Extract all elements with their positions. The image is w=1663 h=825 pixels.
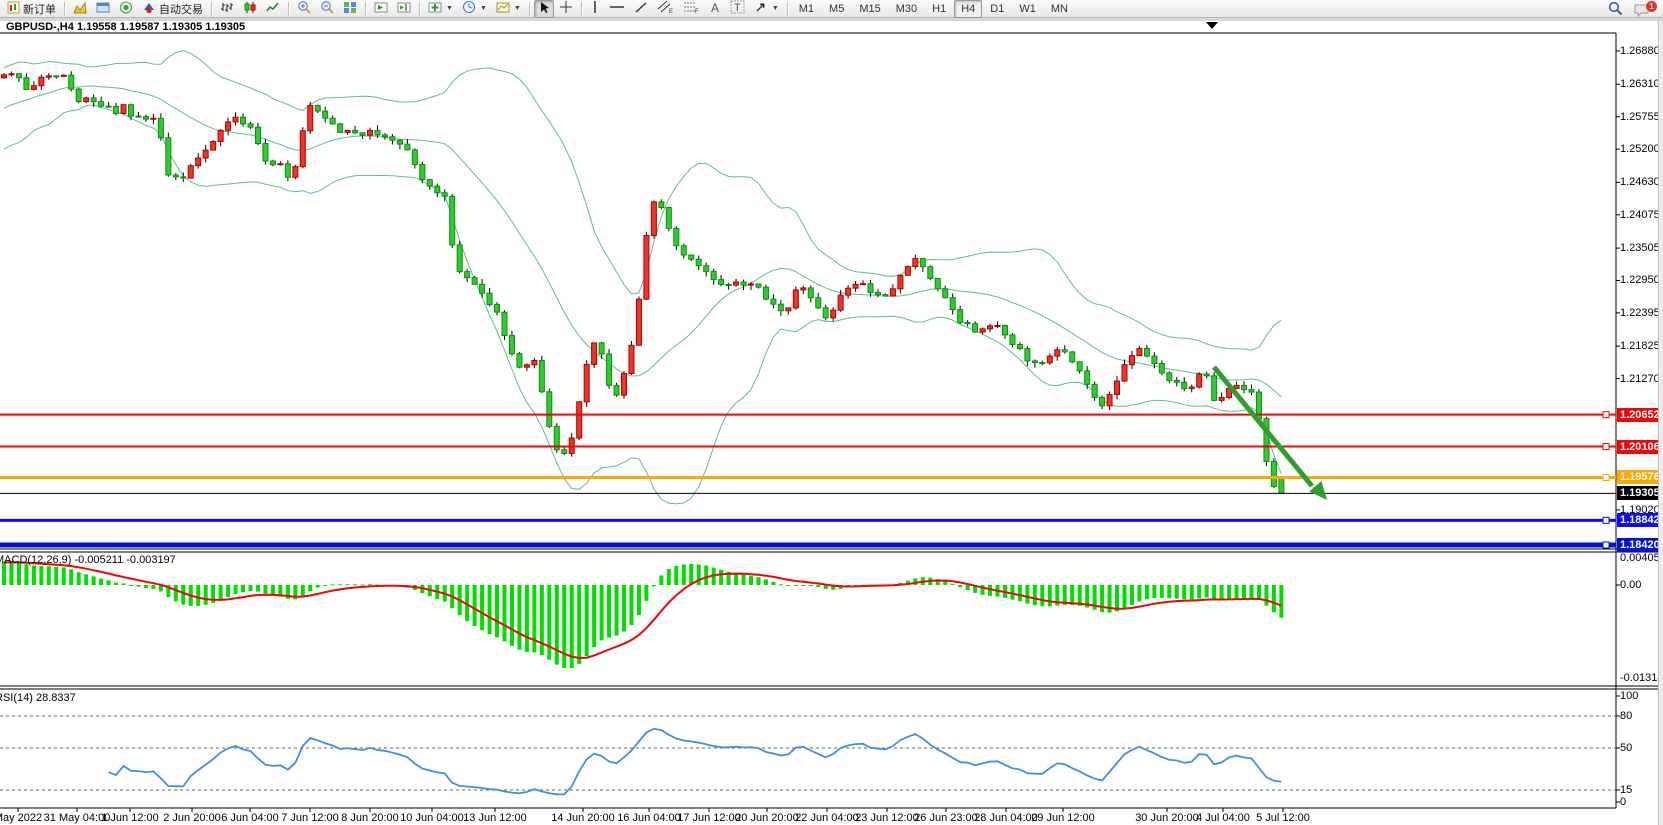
tile-windows-button[interactable]	[339, 0, 361, 18]
trendline-icon	[634, 1, 648, 17]
market-watch-icon	[73, 1, 87, 17]
market-watch-button[interactable]	[69, 0, 91, 18]
fibonacci-icon: F	[683, 0, 700, 17]
rsi-indicator-label: RSI(14) 28.8337	[0, 692, 76, 704]
timeframe-button-D1[interactable]: D1	[983, 0, 1011, 18]
navigator-button[interactable]	[115, 0, 137, 18]
periods-icon	[462, 0, 476, 17]
data-window-button[interactable]	[92, 0, 114, 18]
data-window-icon	[96, 1, 110, 17]
macd-indicator-label: MACD(12,26,9) -0.005211 -0.003197	[0, 554, 176, 566]
chart-shift-marker-icon[interactable]	[1206, 22, 1218, 29]
indicators-icon	[428, 1, 442, 17]
toolbar-separator	[288, 2, 289, 16]
chart-shift-button[interactable]	[393, 0, 415, 18]
chart-title: GBPUSD-,H4 1.19558 1.19587 1.19305 1.193…	[6, 21, 245, 33]
new-order-label: 新订单	[23, 1, 56, 17]
timeframe-button-H4[interactable]: H4	[954, 0, 982, 18]
zoom-in-icon	[297, 0, 311, 17]
fibonacci-tool-button[interactable]: F	[679, 0, 704, 18]
timeframe-button-H1[interactable]: H1	[925, 0, 953, 18]
search-icon[interactable]	[1608, 1, 1623, 21]
trendline-tool-button[interactable]	[630, 0, 652, 18]
crosshair-tool-button[interactable]	[555, 0, 577, 18]
mt4-window: 新订单 自动交易	[0, 0, 1663, 825]
toolbar-separator	[529, 2, 530, 16]
toolbar-strip	[0, 18, 1663, 21]
text-label-icon: T	[730, 0, 745, 17]
horizontal-line-icon	[609, 2, 625, 15]
navigator-icon	[119, 1, 133, 17]
chevron-down-icon: ▼	[446, 5, 453, 12]
toolbar-separator	[211, 2, 212, 16]
channel-icon: E	[657, 0, 674, 17]
window-edge	[1658, 18, 1663, 825]
new-order-button[interactable]: 新订单	[3, 0, 60, 18]
toolbar-separator	[365, 2, 366, 16]
svg-text:T: T	[734, 2, 741, 14]
candlestick-button[interactable]	[239, 0, 261, 18]
timeframe-button-M15[interactable]: M15	[852, 0, 887, 18]
channel-tool-button[interactable]: E	[653, 0, 678, 18]
zoom-out-button[interactable]	[316, 0, 338, 18]
line-chart-button[interactable]	[262, 0, 284, 18]
notification-badge: 1	[1646, 1, 1657, 12]
text-label-tool-button[interactable]: T	[726, 0, 749, 18]
periods-button[interactable]: ▼	[458, 0, 491, 18]
toolbar-separator	[581, 2, 582, 16]
crosshair-icon	[559, 0, 573, 17]
indicators-button[interactable]: ▼	[424, 0, 457, 18]
autotrading-button[interactable]: 自动交易	[138, 0, 207, 18]
horizontal-line-tool-button[interactable]	[605, 0, 629, 18]
candlestick-icon	[243, 1, 257, 17]
chart-shift-icon	[397, 1, 411, 17]
text-icon: A	[709, 1, 721, 17]
vertical-line-tool-button[interactable]	[586, 0, 604, 18]
templates-icon	[496, 1, 510, 17]
zoom-in-button[interactable]	[293, 0, 315, 18]
timeframe-group: M1M5M15M30H1H4D1W1MN	[792, 0, 1075, 18]
toolbar-separator	[64, 2, 65, 16]
svg-text:F: F	[695, 9, 699, 14]
new-order-icon	[7, 1, 20, 17]
text-tool-button[interactable]: A	[705, 0, 725, 18]
bar-chart-button[interactable]	[216, 0, 238, 18]
svg-text:E: E	[669, 9, 673, 14]
chat-icon[interactable]: 1	[1633, 3, 1653, 19]
timeframe-button-M5[interactable]: M5	[822, 0, 851, 18]
timeframe-button-W1[interactable]: W1	[1012, 0, 1043, 18]
cursor-tool-button[interactable]	[534, 0, 554, 18]
toolbar: 新订单 自动交易	[0, 0, 1663, 18]
zoom-out-icon	[320, 0, 334, 17]
auto-scroll-icon	[374, 1, 388, 17]
timeframe-button-M1[interactable]: M1	[792, 0, 821, 18]
arrows-icon	[754, 1, 768, 17]
chart-canvas[interactable]	[0, 0, 1663, 825]
chevron-down-icon: ▼	[514, 5, 521, 12]
svg-text:A: A	[711, 1, 719, 14]
chevron-down-icon: ▼	[480, 5, 487, 12]
tile-windows-icon	[343, 1, 357, 17]
arrows-tool-button[interactable]: ▼	[750, 0, 783, 18]
cursor-icon	[538, 1, 550, 17]
autotrading-label: 自动交易	[159, 1, 203, 17]
timeframe-button-MN[interactable]: MN	[1044, 0, 1075, 18]
toolbar-separator	[419, 2, 420, 16]
auto-scroll-button[interactable]	[370, 0, 392, 18]
line-chart-icon	[266, 1, 280, 17]
vertical-line-icon	[590, 0, 600, 17]
toolbar-separator	[787, 2, 788, 16]
templates-button[interactable]: ▼	[492, 0, 525, 18]
autotrading-icon	[142, 1, 156, 17]
bar-chart-icon	[220, 1, 234, 17]
chevron-down-icon: ▼	[772, 5, 779, 12]
timeframe-button-M30[interactable]: M30	[889, 0, 924, 18]
